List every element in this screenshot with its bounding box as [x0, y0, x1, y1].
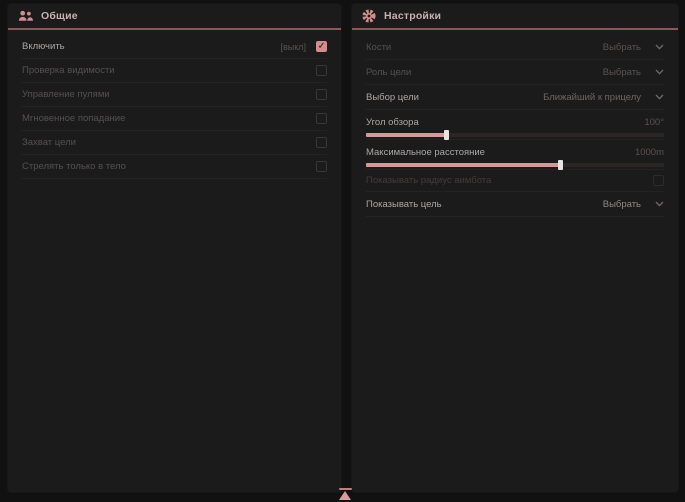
- fov-value: 100°: [644, 117, 664, 128]
- show-radius-label: Показывать радиус аимбота: [366, 175, 491, 186]
- panel-settings-title: Настройки: [384, 10, 441, 22]
- gear-icon: [362, 9, 376, 23]
- bullet-control-checkbox[interactable]: ✓: [316, 89, 327, 100]
- row-visibility-check[interactable]: Проверка видимости ✓: [22, 59, 327, 83]
- chevron-down-icon: [655, 44, 664, 50]
- row-show-target: Показывать цель Выбрать: [366, 192, 664, 217]
- body-only-checkbox[interactable]: ✓: [316, 161, 327, 172]
- panel-general-header[interactable]: Общие: [8, 4, 341, 30]
- settings-rows: Кости Выбрать Роль цели Выбрать Выбор це…: [352, 30, 678, 217]
- show-target-dropdown[interactable]: Выбрать: [603, 199, 664, 210]
- row-target-lock[interactable]: Захват цели ✓: [22, 131, 327, 155]
- instant-hit-checkbox[interactable]: ✓: [316, 113, 327, 124]
- panel-general: Общие Включить [выкл] ✓ Проверка видимос…: [8, 4, 341, 492]
- max-distance-slider-thumb[interactable]: [558, 160, 563, 170]
- target-lock-label: Захват цели: [22, 137, 76, 148]
- panel-settings-header[interactable]: Настройки: [352, 4, 678, 30]
- enable-hotkey: [выкл]: [280, 42, 306, 52]
- bones-dropdown[interactable]: Выбрать: [603, 42, 664, 53]
- enable-checkbox[interactable]: ✓: [316, 41, 327, 52]
- users-icon: [18, 10, 33, 22]
- fov-label: Угол обзора: [366, 117, 419, 128]
- bones-label: Кости: [366, 42, 391, 53]
- bones-dropdown-value: Выбрать: [603, 42, 641, 53]
- checkmark-icon: ✓: [318, 42, 326, 51]
- fov-slider-fill: [366, 133, 446, 137]
- max-distance-label: Максимальное расстояние: [366, 147, 485, 158]
- row-fov: Угол обзора 100°: [366, 110, 664, 140]
- show-radius-checkbox[interactable]: ✓: [653, 175, 664, 186]
- visibility-check-checkbox[interactable]: ✓: [316, 65, 327, 76]
- show-target-dropdown-value: Выбрать: [603, 199, 641, 210]
- cursor-line: [339, 488, 352, 490]
- max-distance-slider[interactable]: [366, 163, 664, 167]
- row-bones: Кости Выбрать: [366, 35, 664, 60]
- up-arrow-cursor: [336, 488, 354, 500]
- chevron-down-icon: [655, 201, 664, 207]
- target-selection-dropdown[interactable]: Ближайший к прицелу: [543, 92, 664, 103]
- panel-general-title: Общие: [41, 10, 78, 22]
- chevron-down-icon: [655, 94, 664, 100]
- target-role-label: Роль цели: [366, 67, 411, 78]
- target-role-dropdown-value: Выбрать: [603, 67, 641, 78]
- fov-slider-thumb[interactable]: [444, 130, 449, 140]
- target-selection-label: Выбор цели: [366, 92, 419, 103]
- row-target-role: Роль цели Выбрать: [366, 60, 664, 85]
- row-instant-hit[interactable]: Мгновенное попадание ✓: [22, 107, 327, 131]
- target-selection-dropdown-value: Ближайший к прицелу: [543, 92, 641, 103]
- max-distance-slider-fill: [366, 163, 560, 167]
- max-distance-value: 1000m: [635, 147, 664, 158]
- target-role-dropdown[interactable]: Выбрать: [603, 67, 664, 78]
- panel-settings: Настройки Кости Выбрать Роль цели Выбрат…: [352, 4, 678, 492]
- target-lock-checkbox[interactable]: ✓: [316, 137, 327, 148]
- row-enable[interactable]: Включить [выкл] ✓: [22, 35, 327, 59]
- row-target-selection: Выбор цели Ближайший к прицелу: [366, 85, 664, 110]
- show-target-label: Показывать цель: [366, 199, 442, 210]
- visibility-check-label: Проверка видимости: [22, 65, 115, 76]
- row-bullet-control[interactable]: Управление пулями ✓: [22, 83, 327, 107]
- cursor-triangle: [339, 491, 351, 500]
- enable-label: Включить: [22, 41, 65, 52]
- general-rows: Включить [выкл] ✓ Проверка видимости ✓ У…: [8, 30, 341, 179]
- instant-hit-label: Мгновенное попадание: [22, 113, 125, 124]
- bullet-control-label: Управление пулями: [22, 89, 110, 100]
- row-show-radius[interactable]: Показывать радиус аимбота ✓: [366, 170, 664, 192]
- row-body-only[interactable]: Стрелять только в тело ✓: [22, 155, 327, 179]
- body-only-label: Стрелять только в тело: [22, 161, 126, 172]
- row-max-distance: Максимальное расстояние 1000m: [366, 140, 664, 170]
- chevron-down-icon: [655, 69, 664, 75]
- fov-slider[interactable]: [366, 133, 664, 137]
